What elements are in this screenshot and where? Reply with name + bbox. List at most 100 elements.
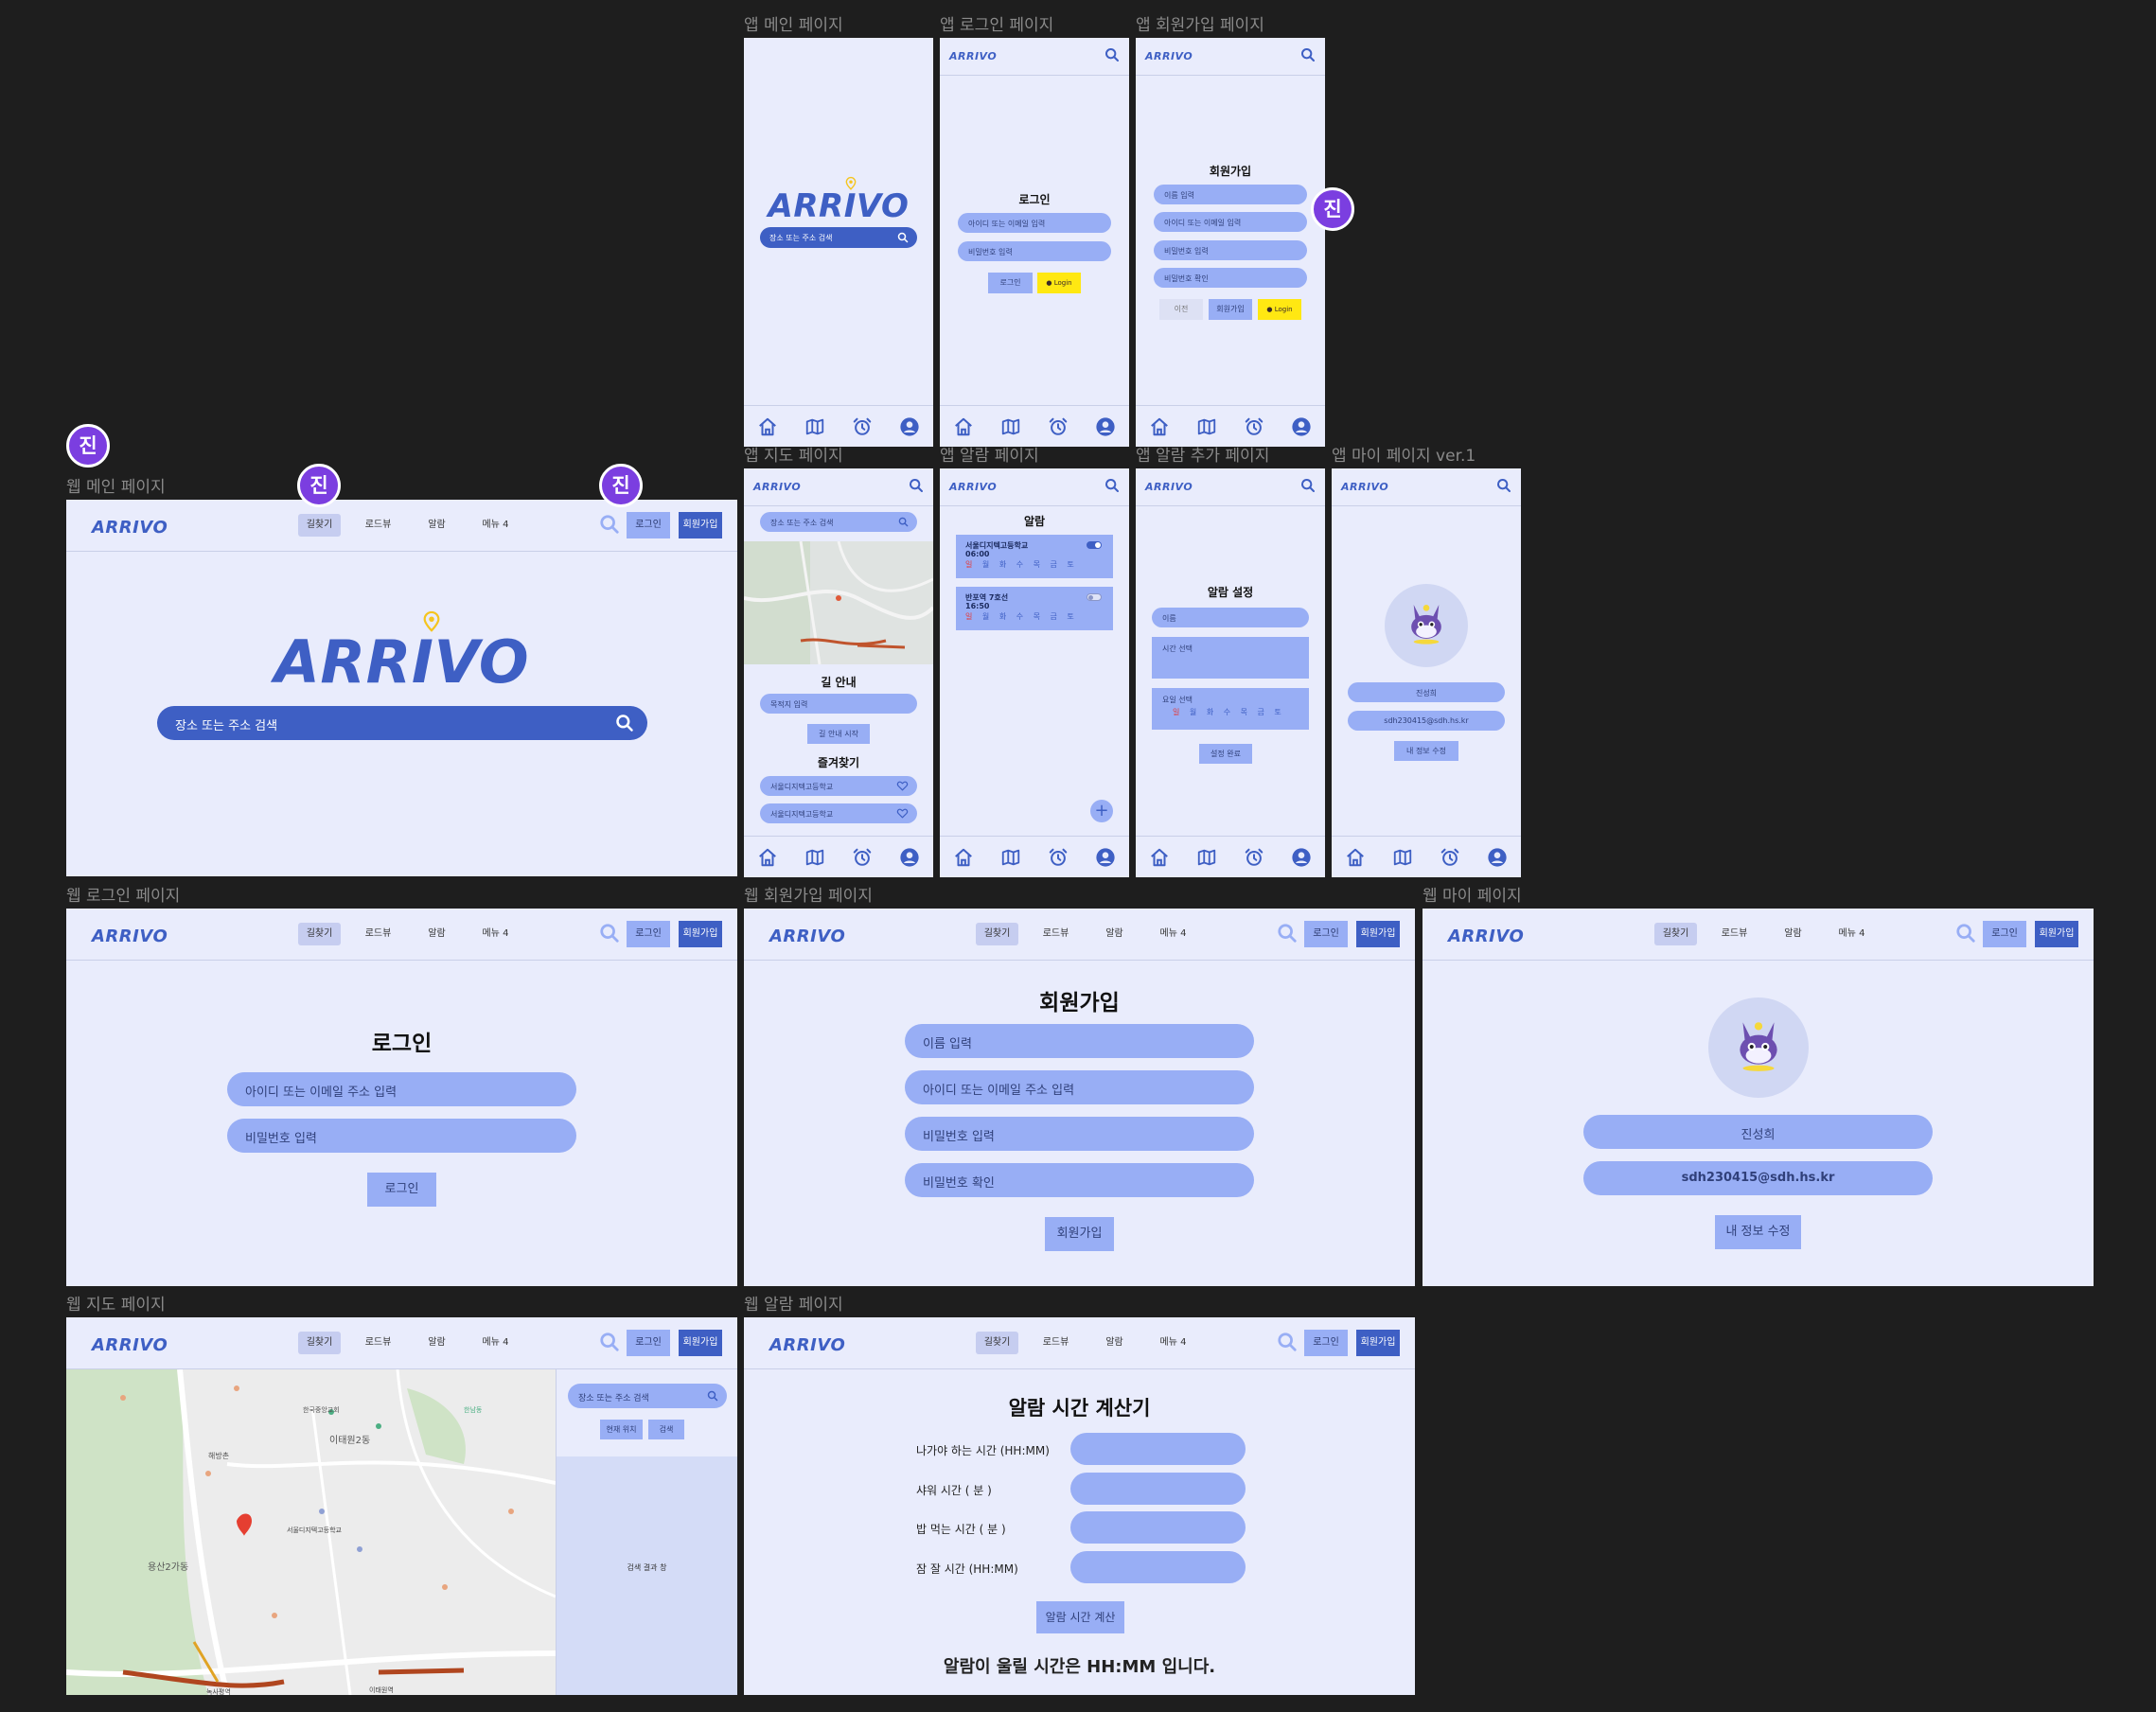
search-icon[interactable]: [707, 1390, 718, 1402]
login-button[interactable]: 로그인: [988, 273, 1033, 293]
map-view[interactable]: 이태원2동 용산2가동 서울디지텍고등학교 해방촌 녹사평역 이태원역 한남동 …: [66, 1369, 556, 1695]
profile-icon[interactable]: [899, 847, 920, 868]
profile-icon[interactable]: [1291, 847, 1312, 868]
map-icon[interactable]: [804, 847, 825, 868]
nav-item-directions[interactable]: 길찾기: [976, 923, 1018, 945]
shower-time-input[interactable]: [1070, 1473, 1246, 1505]
web-header-logo[interactable]: ARRIVO: [769, 927, 845, 946]
password-confirm-field[interactable]: 비밀번호 확인: [905, 1163, 1254, 1197]
search-icon[interactable]: [599, 923, 620, 944]
alarm-card[interactable]: 서울디지텍고등학교 06:00 일 월 화 수 목 금 토: [956, 535, 1113, 578]
map-search-field[interactable]: 장소 또는 주소 검색: [568, 1384, 727, 1408]
nav-item-menu4[interactable]: 메뉴 4: [474, 923, 517, 945]
heart-icon[interactable]: [896, 780, 909, 792]
map-view[interactable]: [744, 541, 933, 664]
nav-item-menu4[interactable]: 메뉴 4: [1830, 923, 1873, 945]
id-field[interactable]: 아이디 또는 이메일 입력: [1154, 212, 1307, 232]
day-sunday[interactable]: 일: [1173, 708, 1183, 716]
app-header-logo[interactable]: ARRIVO: [949, 50, 997, 62]
calculate-alarm-button[interactable]: 알람 시간 계산: [1036, 1601, 1124, 1633]
start-guide-button[interactable]: 길 안내 시작: [807, 724, 870, 744]
home-icon[interactable]: [953, 416, 974, 437]
app-header-logo[interactable]: ARRIVO: [949, 481, 997, 493]
header-login-button[interactable]: 로그인: [1304, 921, 1348, 947]
prev-button[interactable]: 이전: [1159, 299, 1203, 320]
home-icon[interactable]: [757, 416, 778, 437]
nav-item-directions[interactable]: 길찾기: [976, 1332, 1018, 1354]
nav-item-directions[interactable]: 길찾기: [1654, 923, 1697, 945]
search-icon[interactable]: [1300, 478, 1316, 493]
day-options[interactable]: 일 월 화 수 목 금 토: [1173, 707, 1285, 717]
search-icon[interactable]: [1955, 923, 1976, 944]
profile-image[interactable]: [1385, 584, 1468, 667]
profile-icon[interactable]: [899, 416, 920, 437]
nav-item-alarm[interactable]: 알람: [1772, 923, 1814, 945]
kakao-login-button[interactable]: ● Login: [1037, 273, 1081, 293]
profile-image[interactable]: [1708, 997, 1809, 1098]
alarm-icon[interactable]: [1244, 847, 1264, 868]
meal-time-input[interactable]: [1070, 1511, 1246, 1544]
nav-item-menu4[interactable]: 메뉴 4: [474, 1332, 517, 1354]
nav-item-roadview[interactable]: 로드뷰: [1034, 1332, 1077, 1354]
nav-item-directions[interactable]: 길찾기: [298, 923, 341, 945]
days-weekdays[interactable]: 월 화 수 목 금 토: [1190, 708, 1285, 716]
nav-item-directions[interactable]: 길찾기: [298, 1332, 341, 1354]
alarm-icon[interactable]: [852, 416, 873, 437]
search-icon[interactable]: [1277, 1332, 1298, 1352]
profile-icon[interactable]: [1095, 847, 1116, 868]
favorite-item[interactable]: 서울디지텍고등학교: [760, 776, 917, 796]
search-icon[interactable]: [898, 517, 909, 527]
sleep-time-input[interactable]: [1070, 1551, 1246, 1583]
signup-button[interactable]: 회원가입: [1045, 1217, 1114, 1251]
app-header-logo[interactable]: ARRIVO: [1145, 50, 1193, 62]
map-icon[interactable]: [1000, 847, 1021, 868]
edit-profile-button[interactable]: 내 정보 수정: [1394, 741, 1458, 761]
web-header-logo[interactable]: ARRIVO: [769, 1335, 845, 1355]
web-header-logo[interactable]: ARRIVO: [92, 518, 168, 538]
header-login-button[interactable]: 로그인: [1304, 1330, 1348, 1356]
map-icon[interactable]: [1000, 416, 1021, 437]
alarm-card[interactable]: 반포역 7호선 16:50 일 월 화 수 목 금 토: [956, 587, 1113, 630]
nav-item-roadview[interactable]: 로드뷰: [1034, 923, 1077, 945]
search-icon[interactable]: [909, 478, 924, 493]
nav-item-alarm[interactable]: 알람: [415, 923, 458, 945]
alarm-toggle-off[interactable]: [1087, 593, 1102, 601]
header-login-button[interactable]: 로그인: [627, 512, 670, 538]
search-icon[interactable]: [897, 232, 909, 243]
id-field[interactable]: 아이디 또는 이메일 입력: [958, 213, 1111, 233]
nav-item-menu4[interactable]: 메뉴 4: [1152, 923, 1194, 945]
web-header-logo[interactable]: ARRIVO: [92, 927, 168, 946]
profile-icon[interactable]: [1095, 416, 1116, 437]
destination-field[interactable]: 목적지 입력: [760, 694, 917, 714]
home-icon[interactable]: [953, 847, 974, 868]
password-field[interactable]: 비밀번호 입력: [1154, 240, 1307, 260]
app-header-logo[interactable]: ARRIVO: [1341, 481, 1388, 493]
password-field[interactable]: 비밀번호 입력: [958, 241, 1111, 261]
nav-item-alarm[interactable]: 알람: [1093, 1332, 1136, 1354]
current-location-button[interactable]: 현재 위치: [600, 1420, 643, 1439]
header-signup-button[interactable]: 회원가입: [1356, 921, 1400, 947]
web-header-logo[interactable]: ARRIVO: [1448, 927, 1524, 946]
password-confirm-field[interactable]: 비밀번호 확인: [1154, 268, 1307, 288]
web-main-search-bar[interactable]: 장소 또는 주소 검색: [157, 706, 647, 740]
alarm-name-field[interactable]: 이름: [1152, 608, 1309, 627]
app-main-search-bar[interactable]: 장소 또는 주소 검색: [760, 227, 917, 248]
password-field[interactable]: 비밀번호 입력: [227, 1119, 576, 1153]
nav-item-roadview[interactable]: 로드뷰: [1713, 923, 1756, 945]
search-button[interactable]: 검색: [648, 1420, 684, 1439]
edit-profile-button[interactable]: 내 정보 수정: [1715, 1215, 1801, 1249]
signup-button[interactable]: 회원가입: [1209, 299, 1252, 320]
header-login-button[interactable]: 로그인: [1983, 921, 2026, 947]
nav-item-roadview[interactable]: 로드뷰: [357, 923, 399, 945]
nav-item-menu4[interactable]: 메뉴 4: [1152, 1332, 1194, 1354]
header-login-button[interactable]: 로그인: [627, 921, 670, 947]
header-login-button[interactable]: 로그인: [627, 1330, 670, 1356]
save-settings-button[interactable]: 설정 완료: [1199, 744, 1252, 764]
home-icon[interactable]: [757, 847, 778, 868]
app-header-logo[interactable]: ARRIVO: [1145, 481, 1193, 493]
web-header-logo[interactable]: ARRIVO: [92, 1335, 168, 1355]
heart-icon[interactable]: [896, 807, 909, 820]
nav-item-roadview[interactable]: 로드뷰: [357, 1332, 399, 1354]
map-icon[interactable]: [1196, 847, 1217, 868]
header-signup-button[interactable]: 회원가입: [2035, 921, 2078, 947]
